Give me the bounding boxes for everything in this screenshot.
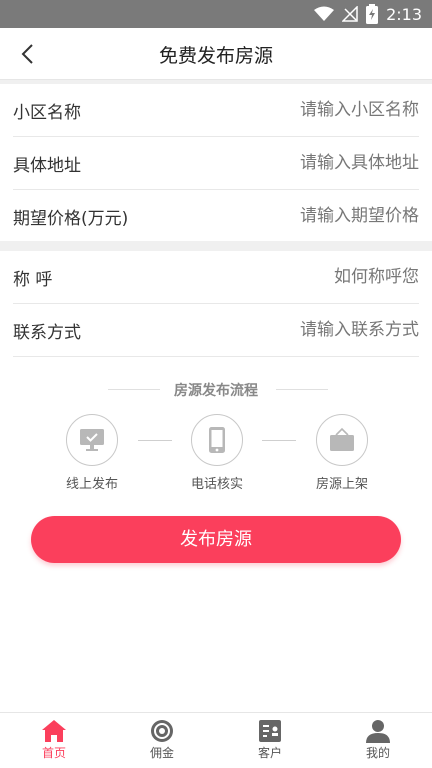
- step-connector: [138, 440, 172, 441]
- tab-label: 首页: [41, 746, 66, 760]
- step-icon-circle: [316, 414, 368, 466]
- community-name-label: 小区名称: [13, 103, 81, 123]
- process-step-online: 线上发布: [47, 414, 137, 492]
- address-input[interactable]: [199, 147, 419, 179]
- price-row: 期望价格(万元): [13, 190, 419, 243]
- status-bar: 2:13: [0, 0, 432, 28]
- contact-label: 联系方式: [13, 323, 81, 343]
- page-title: 免费发布房源: [158, 45, 273, 67]
- process-title: 房源发布流程: [174, 383, 258, 399]
- step-label: 房源上架: [315, 477, 368, 492]
- step-icon-circle: [191, 414, 243, 466]
- tab-label: 佣金: [149, 746, 174, 760]
- step-label: 线上发布: [65, 477, 118, 492]
- divider-line: [276, 389, 328, 390]
- property-info-form: 小区名称 具体地址 期望价格(万元): [0, 84, 432, 243]
- community-name-input[interactable]: [199, 94, 419, 126]
- tab-customers[interactable]: 客户: [216, 713, 324, 768]
- battery-charging-icon: [366, 4, 379, 24]
- name-label: 称 呼: [13, 270, 53, 290]
- name-input[interactable]: [199, 261, 419, 293]
- process-step-listing: 房源上架: [297, 414, 387, 492]
- tab-label: 我的: [365, 746, 390, 760]
- no-signal-icon: [342, 6, 358, 22]
- user-icon: [366, 720, 390, 743]
- address-label: 具体地址: [13, 156, 81, 176]
- phone-icon: [209, 427, 225, 453]
- address-row: 具体地址: [13, 137, 419, 190]
- card-icon: [259, 720, 281, 742]
- home-icon: [42, 720, 66, 742]
- status-time: 2:13: [386, 4, 422, 24]
- contact-input[interactable]: [199, 314, 419, 346]
- community-name-row: 小区名称: [13, 84, 419, 137]
- process-step-phone: 电话核实: [172, 414, 262, 492]
- contact-row: 联系方式: [13, 304, 419, 357]
- step-connector: [262, 440, 296, 441]
- price-label: 期望价格(万元): [13, 209, 129, 229]
- tab-profile[interactable]: 我的: [324, 713, 432, 768]
- status-icons: 2:13: [314, 4, 422, 24]
- header: 免费发布房源: [0, 28, 432, 80]
- sale-tag-icon: [330, 427, 354, 451]
- tab-label: 客户: [257, 746, 282, 760]
- wifi-icon: [314, 6, 335, 21]
- price-input[interactable]: [199, 200, 419, 232]
- name-row: 称 呼: [13, 251, 419, 304]
- tab-commission[interactable]: 佣金: [108, 713, 216, 768]
- publish-button[interactable]: 发布房源: [31, 516, 401, 563]
- step-label: 电话核实: [190, 477, 243, 492]
- section-divider: [0, 241, 432, 251]
- bottom-tab-bar: 首页 佣金 客户 我的: [0, 712, 432, 768]
- process-section-header: 房源发布流程: [0, 378, 432, 402]
- tab-home[interactable]: 首页: [0, 713, 108, 768]
- coin-icon: [151, 720, 173, 742]
- monitor-check-icon: [80, 429, 104, 451]
- contact-info-form: 称 呼 联系方式: [0, 251, 432, 357]
- step-icon-circle: [66, 414, 118, 466]
